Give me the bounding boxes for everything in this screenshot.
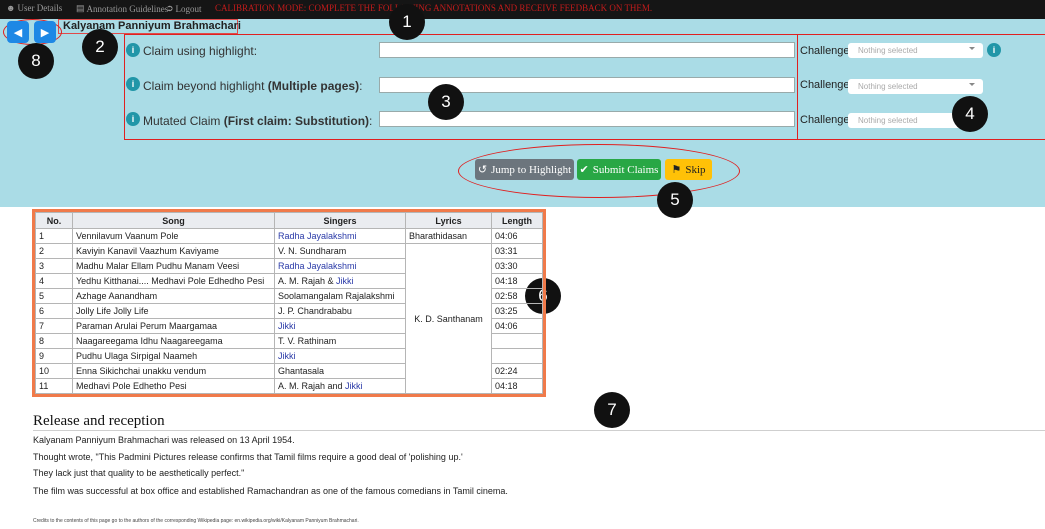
- chevron-down-icon: [969, 47, 975, 50]
- annotation-badge-2: 2: [82, 29, 118, 65]
- challenge-select-1[interactable]: Nothing selected: [848, 43, 983, 58]
- next-page-button[interactable]: ▶: [34, 21, 56, 43]
- singer-link[interactable]: Jikki: [278, 321, 296, 331]
- annotation-badge-4: 4: [952, 96, 988, 132]
- arrow-right-icon: ▶: [40, 26, 50, 39]
- document-icon: ▤: [76, 3, 85, 13]
- release-paragraph: They lack just that quality to be aesthe…: [33, 468, 245, 478]
- credits-text: Credits to the contents of this page go …: [33, 518, 359, 524]
- release-paragraph: Thought wrote, "This Padmini Pictures re…: [33, 452, 463, 462]
- songs-table-highlight: No. Song Singers Lyrics Length 1 Vennilav…: [32, 209, 546, 397]
- submit-claims-button[interactable]: ✔ Submit Claims: [577, 159, 661, 180]
- table-row: 2 Kaviyin Kanavil Vaazhum Kaviyame V. N. …: [35, 243, 543, 394]
- claim-highlight-input[interactable]: [379, 42, 795, 58]
- songs-table: No. Song Singers Lyrics Length 1 Vennilav…: [35, 212, 543, 394]
- table-row: 1 Vennilavum Vaanum Pole Radha Jayalakshm…: [35, 228, 543, 244]
- release-paragraph: The film was successful at box office an…: [33, 486, 508, 496]
- claim-beyond-label: Claim beyond highlight (Multiple pages):: [143, 79, 363, 93]
- section-divider: [33, 430, 1045, 431]
- info-icon[interactable]: i: [126, 112, 140, 126]
- table-header: Lyrics: [405, 212, 492, 229]
- table-header: Singers: [274, 212, 406, 229]
- singer-link[interactable]: Radha Jayalakshmi: [278, 231, 357, 241]
- challenge-label: Challenge:: [800, 45, 853, 57]
- logout-icon: ➲: [166, 3, 174, 13]
- check-icon: ✔: [579, 164, 589, 176]
- table-header: No.: [35, 212, 73, 229]
- release-paragraph: Kalyanam Panniyum Brahmachari was releas…: [33, 435, 295, 445]
- chevron-down-icon: [969, 83, 975, 86]
- lyrics-merged-cell: K. D. Santhanam: [405, 243, 492, 394]
- annotation-badge-8: 8: [18, 43, 54, 79]
- section-heading: Release and reception: [33, 413, 165, 429]
- flag-icon: ⚑: [671, 164, 682, 176]
- annotation-badge-5: 5: [657, 182, 693, 218]
- mutated-claim-label: Mutated Claim (First claim: Substitution…: [143, 114, 373, 128]
- calibration-message: CALIBRATION MODE: COMPLETE THE FOLLOWING…: [215, 3, 653, 13]
- annotation-badge-7: 7: [594, 392, 630, 428]
- user-icon: ☻: [6, 3, 16, 13]
- table-header: Length: [491, 212, 543, 229]
- logout-link[interactable]: ➲ Logout: [166, 3, 202, 14]
- arrow-left-icon: ◀: [13, 26, 23, 39]
- singer-link[interactable]: Radha Jayalakshmi: [278, 261, 357, 271]
- singer-link[interactable]: Jikki: [345, 381, 363, 391]
- info-icon[interactable]: i: [126, 77, 140, 91]
- undo-icon: ↺: [477, 164, 488, 176]
- claim-highlight-label: Claim using highlight:: [143, 44, 258, 58]
- page-title: Kalyanam Panniyum Brahmachari: [63, 20, 241, 32]
- annotation-guidelines-link[interactable]: ▤ Annotation Guidelines: [76, 3, 168, 14]
- user-details-link[interactable]: ☻ User Details: [6, 3, 62, 13]
- lyrics-cell: Bharathidasan: [405, 228, 492, 244]
- challenge-select-2[interactable]: Nothing selected: [848, 79, 983, 94]
- skip-button[interactable]: ⚑ Skip: [665, 159, 712, 180]
- challenge-info-icon[interactable]: i: [987, 43, 1001, 57]
- info-icon[interactable]: i: [126, 43, 140, 57]
- jump-to-highlight-button[interactable]: ↺ Jump to Highlight: [475, 159, 574, 180]
- singer-link[interactable]: Jikki: [278, 351, 296, 361]
- annotation-badge-1: 1: [389, 4, 425, 40]
- challenge-label: Challenge:: [800, 114, 853, 126]
- challenge-label: Challenge:: [800, 79, 853, 91]
- annotation-badge-3: 3: [428, 84, 464, 120]
- singer-link[interactable]: Jikki: [336, 276, 354, 286]
- table-header: Song: [72, 212, 275, 229]
- previous-page-button[interactable]: ◀: [7, 21, 29, 43]
